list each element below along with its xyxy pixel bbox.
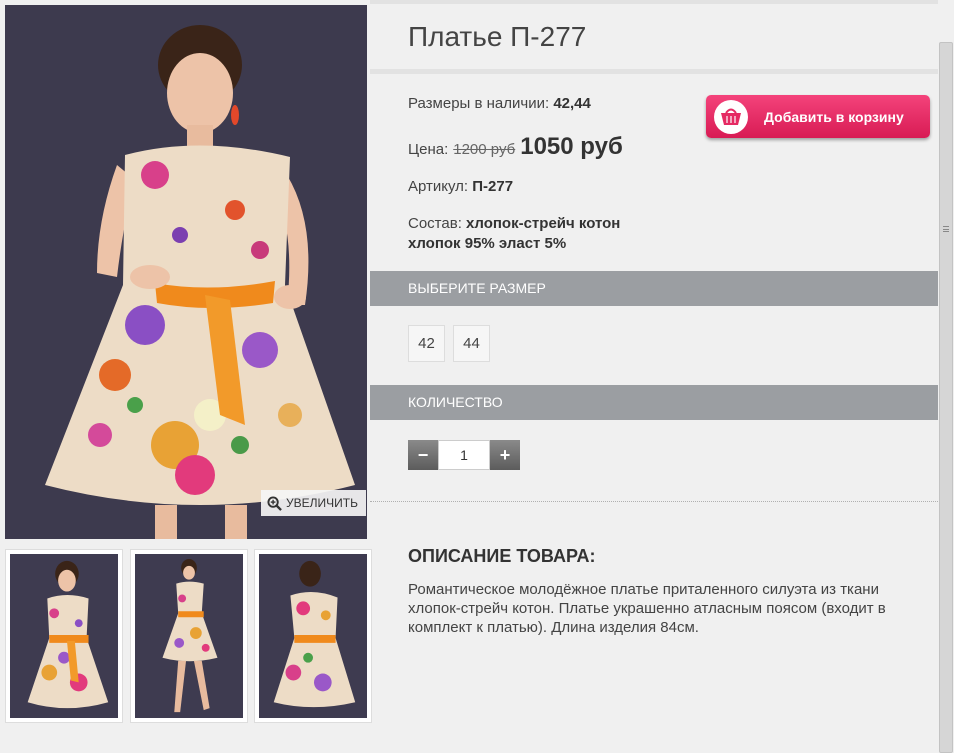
- size-option-42[interactable]: 42: [408, 325, 445, 362]
- thumbnail-1[interactable]: [5, 549, 123, 723]
- title-bar: Платье П-277: [370, 0, 938, 74]
- size-section-header: ВЫБЕРИТЕ РАЗМЕР: [370, 271, 938, 306]
- quantity-decrease-button[interactable]: −: [408, 440, 438, 470]
- add-to-cart-button[interactable]: Добавить в корзину: [706, 95, 930, 138]
- composition-label: Состав:: [408, 215, 462, 232]
- description-title: ОПИСАНИЕ ТОВАРА:: [408, 546, 596, 566]
- scrollbar-grip-icon: [943, 226, 949, 232]
- zoom-label: УВЕЛИЧИТЬ: [286, 496, 358, 510]
- zoom-button[interactable]: УВЕЛИЧИТЬ: [261, 490, 366, 516]
- add-to-cart-label: Добавить в корзину: [764, 108, 904, 125]
- page-title: Платье П-277: [408, 21, 587, 52]
- quantity-increase-button[interactable]: +: [490, 440, 520, 470]
- price-row: Цена: 1200 руб 1050 руб: [408, 133, 623, 161]
- thumbnail-image-back: [259, 554, 367, 718]
- description-text: Романтическое молодёжное платье притален…: [408, 581, 886, 636]
- thumbnail-2[interactable]: [130, 549, 248, 723]
- article-row: Артикул: П-277: [408, 178, 513, 195]
- thumbnail-strip: [5, 549, 372, 723]
- sizes-available: Размеры в наличии: 42,44: [408, 95, 591, 112]
- size-option-44[interactable]: 44: [453, 325, 490, 362]
- sizes-label: Размеры в наличии:: [408, 95, 550, 112]
- composition-row: Состав: хлопок-стрейч котон хлопок 95% э…: [408, 214, 620, 254]
- basket-icon: [714, 99, 748, 134]
- dress-photo: [5, 5, 367, 539]
- quantity-input[interactable]: [438, 440, 490, 470]
- old-price: 1200 руб: [453, 141, 516, 158]
- thumbnail-image-front: [10, 554, 118, 718]
- scrollbar-thumb[interactable]: [939, 42, 953, 753]
- composition-line-2: хлопок 95% эласт 5%: [408, 235, 567, 252]
- composition-line-1: хлопок-стрейч котон: [466, 215, 621, 232]
- article-label: Артикул:: [408, 178, 469, 195]
- page-scrollbar[interactable]: [938, 0, 954, 753]
- quantity-section-header: КОЛИЧЕСТВО: [370, 385, 938, 420]
- price-label: Цена:: [408, 141, 449, 158]
- magnifier-plus-icon: [267, 495, 282, 511]
- thumbnail-3[interactable]: [254, 549, 372, 723]
- new-price: 1050 руб: [520, 133, 623, 160]
- sizes-value: 42,44: [553, 95, 591, 112]
- main-product-photo[interactable]: УВЕЛИЧИТЬ: [5, 5, 367, 539]
- quantity-stepper: − +: [408, 440, 520, 470]
- article-value: П-277: [472, 178, 514, 195]
- section-divider: [370, 501, 938, 502]
- thumbnail-image-full: [135, 554, 243, 718]
